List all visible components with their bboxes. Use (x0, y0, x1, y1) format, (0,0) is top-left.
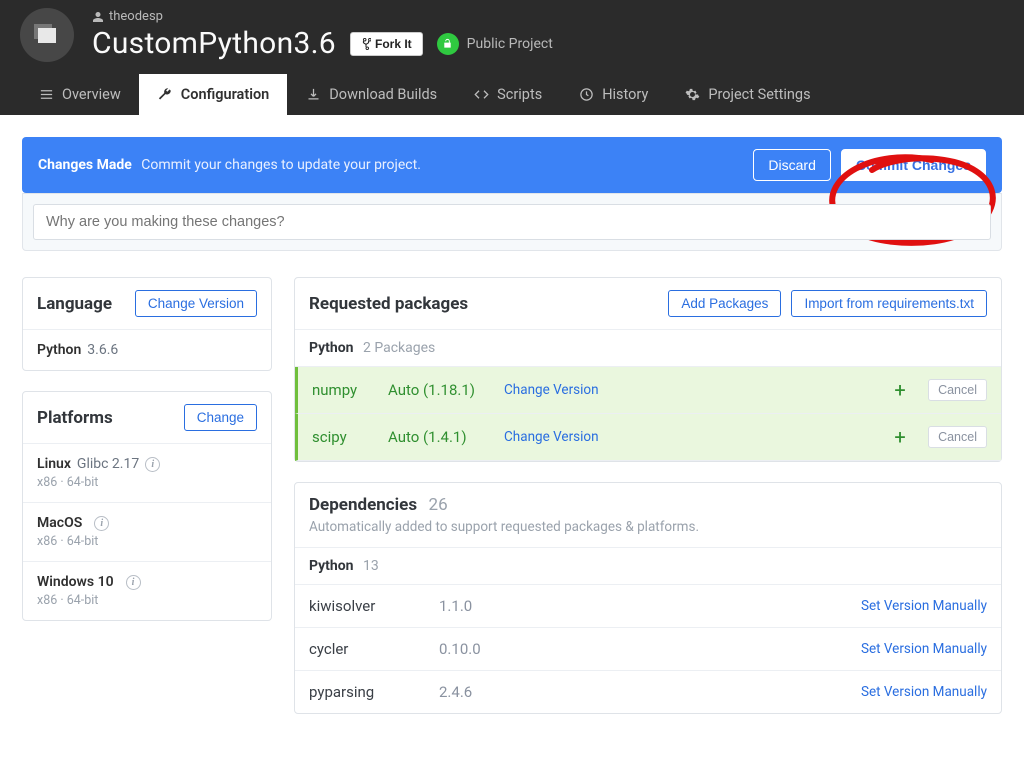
code-icon (473, 87, 489, 103)
platform-row: Windows 10 i x86 · 64-bit (23, 562, 271, 620)
platform-detail: Glibc 2.17 (77, 456, 139, 472)
tab-project-settings[interactable]: Project Settings (666, 74, 828, 115)
history-icon (578, 87, 594, 103)
requested-packages-title: Requested packages (309, 294, 468, 314)
import-requirements-button[interactable]: Import from requirements.txt (791, 290, 987, 317)
project-avatar (20, 8, 74, 62)
dependency-name: cycler (309, 640, 439, 658)
tab-scripts-label: Scripts (497, 86, 542, 103)
package-row: numpy Auto (1.18.1) Change Version + Can… (295, 367, 1001, 414)
platform-name: Linux (37, 456, 71, 472)
dependencies-section-header: Python 13 (295, 548, 1001, 585)
platform-name: MacOS (37, 515, 82, 531)
set-version-manually-link[interactable]: Set Version Manually (861, 598, 987, 614)
dependency-name: pyparsing (309, 683, 439, 701)
package-name: numpy (312, 381, 372, 399)
tab-download-builds[interactable]: Download Builds (287, 74, 455, 115)
package-row: scipy Auto (1.4.1) Change Version + Canc… (295, 414, 1001, 461)
dependency-row: cycler 0.10.0 Set Version Manually (295, 628, 1001, 671)
discard-button[interactable]: Discard (753, 149, 830, 181)
change-platforms-button[interactable]: Change (184, 404, 257, 431)
info-icon[interactable]: i (94, 516, 109, 531)
visibility-badge: Public Project (437, 33, 553, 55)
user-icon (92, 11, 104, 23)
info-icon[interactable]: i (145, 457, 160, 472)
requested-section-header: Python 2 Packages (295, 330, 1001, 367)
language-version: 3.6.6 (87, 342, 118, 358)
platforms-card-title: Platforms (37, 408, 113, 428)
platform-row: Linux Glibc 2.17 i x86 · 64-bit (23, 444, 271, 503)
fork-icon (361, 38, 371, 50)
dependencies-section-label: Python (309, 558, 354, 574)
visibility-label: Public Project (467, 36, 553, 52)
project-title: CustomPython3.6 (92, 26, 336, 61)
set-version-manually-link[interactable]: Set Version Manually (861, 641, 987, 657)
dependencies-title: Dependencies (309, 495, 417, 515)
add-icon[interactable]: + (888, 425, 912, 449)
owner-label: theodesp (92, 9, 553, 24)
fork-button-label: Fork It (375, 37, 412, 51)
topbar: theodesp CustomPython3.6 Fork It Public … (0, 0, 1024, 115)
tab-configuration[interactable]: Configuration (139, 74, 288, 115)
add-icon[interactable]: + (888, 378, 912, 402)
tab-history[interactable]: History (560, 74, 666, 115)
dependencies-card: Dependencies 26 Automatically added to s… (294, 482, 1002, 714)
dependency-row: pyparsing 2.4.6 Set Version Manually (295, 671, 1001, 713)
platform-arch: x86 · 64-bit (37, 593, 257, 608)
add-packages-button[interactable]: Add Packages (668, 290, 781, 317)
project-avatar-icon (38, 28, 56, 43)
tabs: Overview Configuration Download Builds S… (0, 74, 1024, 115)
dependencies-desc: Automatically added to support requested… (309, 519, 987, 535)
language-name: Python (37, 342, 81, 358)
gear-icon (684, 87, 700, 103)
package-cancel-button[interactable]: Cancel (928, 426, 987, 448)
platform-name: Windows 10 (37, 574, 114, 590)
platforms-card: Platforms Change Linux Glibc 2.17 i x86 … (22, 391, 272, 621)
fork-button[interactable]: Fork It (350, 32, 423, 56)
package-version: Auto (1.18.1) (388, 381, 488, 399)
dependencies-count: 26 (429, 495, 448, 515)
set-version-manually-link[interactable]: Set Version Manually (861, 684, 987, 700)
platform-arch: x86 · 64-bit (37, 534, 257, 549)
tab-scripts[interactable]: Scripts (455, 74, 560, 115)
language-card-title: Language (37, 294, 112, 314)
requested-packages-card: Requested packages Add Packages Import f… (294, 277, 1002, 462)
dependency-name: kiwisolver (309, 597, 439, 615)
dependency-version: 2.4.6 (439, 683, 559, 701)
tab-overview[interactable]: Overview (20, 74, 139, 115)
package-version: Auto (1.4.1) (388, 428, 488, 446)
info-icon[interactable]: i (126, 575, 141, 590)
tab-overview-label: Overview (62, 86, 121, 103)
unlock-icon (437, 33, 459, 55)
dependencies-section-count: 13 (363, 558, 379, 574)
dependency-version: 0.10.0 (439, 640, 559, 658)
requested-section-count: 2 Packages (363, 340, 435, 356)
package-cancel-button[interactable]: Cancel (928, 379, 987, 401)
platform-arch: x86 · 64-bit (37, 475, 257, 490)
dependency-row: kiwisolver 1.1.0 Set Version Manually (295, 585, 1001, 628)
package-change-version-link[interactable]: Change Version (504, 382, 872, 398)
commit-message-wrap: 0/100 (22, 193, 1002, 251)
wrench-icon (157, 87, 173, 103)
change-version-button[interactable]: Change Version (135, 290, 257, 317)
banner-title: Changes Made (38, 157, 132, 173)
tab-project-settings-label: Project Settings (708, 86, 810, 103)
banner-subtitle: Commit your changes to update your proje… (141, 157, 421, 173)
package-name: scipy (312, 428, 372, 446)
language-card: Language Change Version Python 3.6.6 (22, 277, 272, 371)
requested-section-label: Python (309, 340, 354, 356)
changes-banner: Changes Made Commit your changes to upda… (22, 137, 1002, 193)
commit-changes-button[interactable]: Commit Changes (841, 149, 986, 181)
commit-message-input[interactable] (33, 204, 991, 240)
package-change-version-link[interactable]: Change Version (504, 429, 872, 445)
dependency-version: 1.1.0 (439, 597, 559, 615)
menu-icon (38, 87, 54, 103)
tab-download-builds-label: Download Builds (329, 86, 437, 103)
tab-history-label: History (602, 86, 648, 103)
platform-row: MacOS i x86 · 64-bit (23, 503, 271, 562)
owner-name: theodesp (109, 9, 163, 24)
tab-configuration-label: Configuration (181, 86, 270, 103)
download-icon (305, 87, 321, 103)
